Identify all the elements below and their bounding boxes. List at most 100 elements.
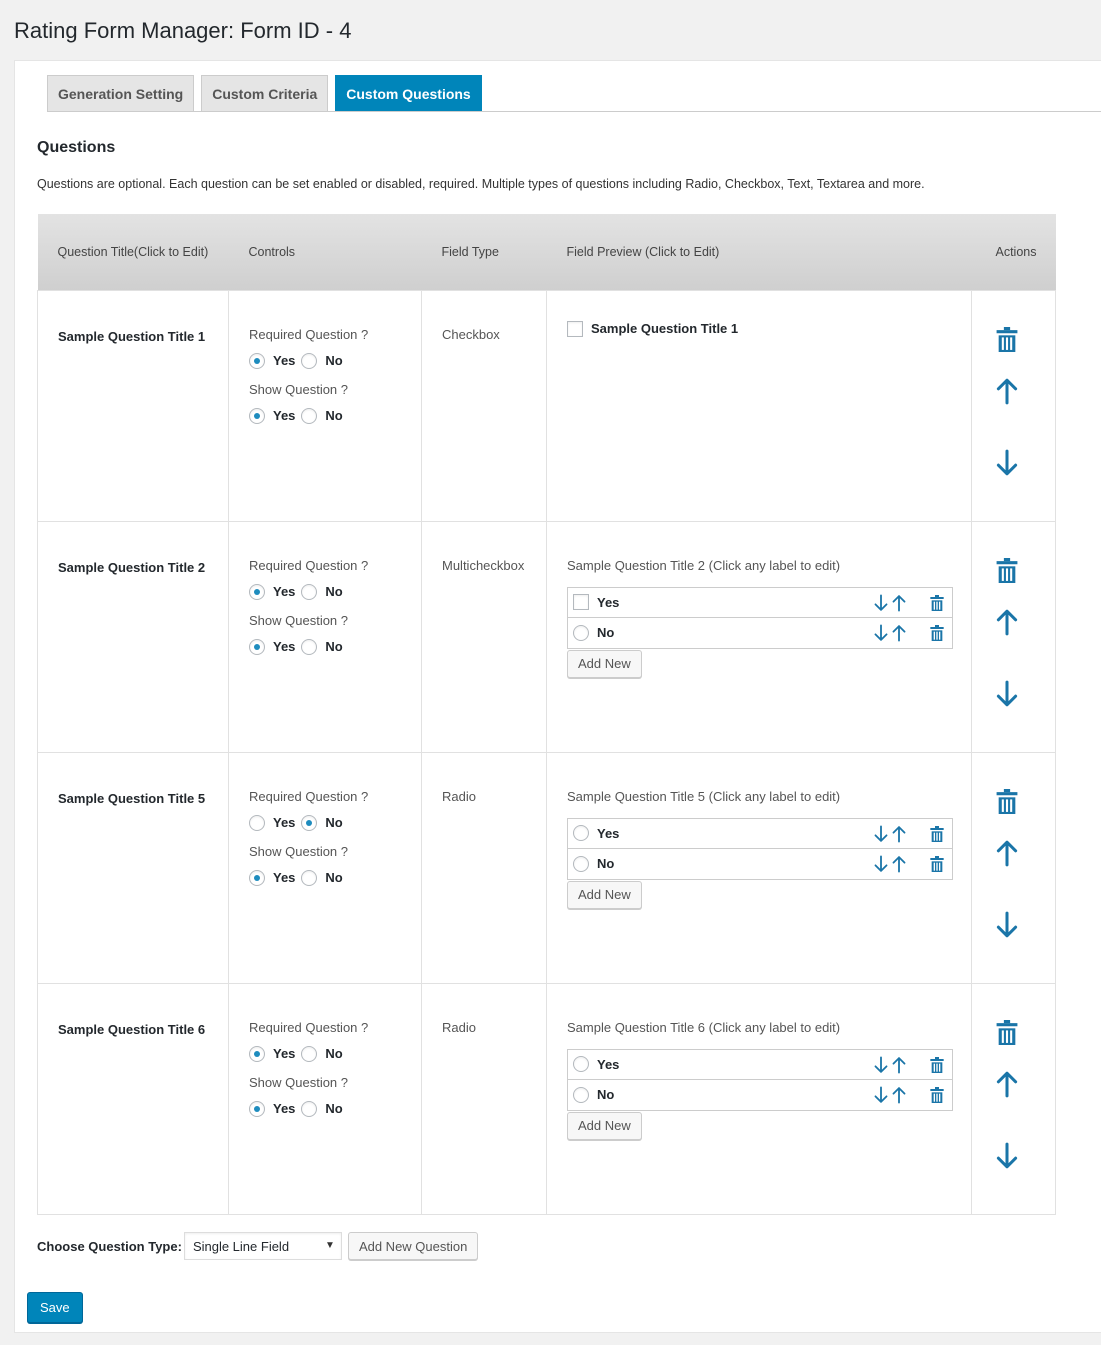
option-controls xyxy=(874,824,944,843)
arrow-up-icon[interactable] xyxy=(892,624,906,642)
radio-group: Yes No xyxy=(249,635,401,659)
tab-bar: Generation Setting Custom Criteria Custo… xyxy=(47,75,482,112)
no-radio[interactable] xyxy=(301,583,318,600)
question-actions xyxy=(971,751,1056,984)
option-radio[interactable] xyxy=(573,1056,589,1072)
arrow-up-icon[interactable] xyxy=(892,825,906,843)
arrow-up-icon[interactable] xyxy=(892,1056,906,1074)
save-button[interactable]: Save xyxy=(27,1292,83,1323)
preview-caption[interactable]: Sample Question Title 5 (Click any label… xyxy=(567,789,951,804)
question-type-select[interactable]: Single Line Field ▼ xyxy=(183,1232,342,1260)
arrow-down-icon[interactable] xyxy=(874,593,888,612)
yes-radio[interactable] xyxy=(249,869,265,886)
arrow-down-icon[interactable] xyxy=(874,824,888,843)
arrow-up-icon[interactable] xyxy=(996,1070,1018,1098)
no-label: No xyxy=(325,1046,343,1061)
yes-label: Yes xyxy=(273,584,296,599)
arrow-down-icon[interactable] xyxy=(874,1085,888,1104)
yes-radio[interactable] xyxy=(249,814,265,831)
yes-radio[interactable] xyxy=(249,583,265,600)
yes-radio[interactable] xyxy=(249,352,265,369)
no-radio[interactable] xyxy=(301,638,318,655)
required-question-label: Required Question ? xyxy=(249,557,369,573)
yes-label: Yes xyxy=(273,870,296,885)
question-title[interactable]: Sample Question Title 5 xyxy=(37,751,229,984)
add-new-question-button[interactable]: Add New Question xyxy=(347,1232,479,1260)
field-type: Checkbox xyxy=(421,289,547,522)
preview-checkbox[interactable] xyxy=(567,320,583,337)
no-radio[interactable] xyxy=(301,814,318,831)
arrow-down-icon[interactable] xyxy=(874,623,888,642)
trash-icon[interactable] xyxy=(996,788,1018,814)
trash-icon[interactable] xyxy=(930,855,944,872)
arrow-up-icon[interactable] xyxy=(892,594,906,612)
option-label[interactable]: Yes xyxy=(597,1057,619,1072)
option-controls xyxy=(874,854,944,873)
option-label[interactable]: No xyxy=(597,1087,614,1102)
arrow-up-icon[interactable] xyxy=(892,855,906,873)
option-row: No xyxy=(568,849,952,879)
no-label: No xyxy=(325,353,343,368)
required-question-label: Required Question ? xyxy=(249,1019,369,1035)
yes-radio[interactable] xyxy=(249,407,265,424)
option-radio[interactable] xyxy=(573,1086,589,1103)
add-new-option-button[interactable]: Add New xyxy=(567,649,642,678)
option-row: No xyxy=(568,618,952,648)
arrow-up-icon[interactable] xyxy=(892,1086,906,1104)
trash-icon[interactable] xyxy=(930,594,944,611)
yes-radio[interactable] xyxy=(249,1100,265,1117)
option-checkbox[interactable] xyxy=(573,594,589,610)
questions-body: Sample Question Title 1 Required Question… xyxy=(37,289,1056,1215)
trash-icon[interactable] xyxy=(930,825,944,842)
preview-caption[interactable]: Sample Question Title 6 (Click any label… xyxy=(567,1020,951,1035)
field-preview: Sample Question Title 6 (Click any label… xyxy=(546,982,972,1215)
yes-radio[interactable] xyxy=(249,1045,265,1062)
tab-generation-setting[interactable]: Generation Setting xyxy=(47,75,195,112)
questions-table: Question Title(Click to Edit) Controls F… xyxy=(37,214,1056,1215)
tab-custom-criteria[interactable]: Custom Criteria xyxy=(201,75,329,112)
add-new-option-button[interactable]: Add New xyxy=(567,880,642,909)
preview-checkbox-label[interactable]: Sample Question Title 1 xyxy=(591,321,738,336)
no-radio[interactable] xyxy=(301,869,318,886)
radio-group: Yes No xyxy=(249,580,401,604)
option-radio[interactable] xyxy=(573,624,589,641)
option-radio[interactable] xyxy=(573,825,589,841)
arrow-down-icon[interactable] xyxy=(996,1142,1018,1170)
yes-radio[interactable] xyxy=(249,638,265,655)
preview-caption[interactable]: Sample Question Title 2 (Click any label… xyxy=(567,558,951,573)
arrow-up-icon[interactable] xyxy=(996,608,1018,636)
radio-group: Yes No xyxy=(249,1097,401,1121)
option-label[interactable]: Yes xyxy=(597,595,619,610)
arrow-down-icon[interactable] xyxy=(996,911,1018,939)
no-radio[interactable] xyxy=(301,1100,318,1117)
option-label[interactable]: No xyxy=(597,625,614,640)
tab-custom-questions[interactable]: Custom Questions xyxy=(335,75,482,112)
no-radio[interactable] xyxy=(301,407,318,424)
yes-label: Yes xyxy=(273,1046,296,1061)
trash-icon[interactable] xyxy=(996,557,1018,583)
arrow-up-icon[interactable] xyxy=(996,377,1018,405)
arrow-up-icon[interactable] xyxy=(996,839,1018,867)
choose-question-type-label: Choose Question Type: xyxy=(37,1238,182,1254)
add-new-option-button[interactable]: Add New xyxy=(567,1111,642,1140)
trash-icon[interactable] xyxy=(930,1086,944,1103)
arrow-down-icon[interactable] xyxy=(874,1055,888,1074)
arrow-down-icon[interactable] xyxy=(996,680,1018,708)
trash-icon[interactable] xyxy=(996,326,1018,352)
question-title[interactable]: Sample Question Title 2 xyxy=(37,520,229,753)
option-radio[interactable] xyxy=(573,855,589,872)
option-label[interactable]: No xyxy=(597,856,614,871)
no-radio[interactable] xyxy=(301,352,318,369)
arrow-down-icon[interactable] xyxy=(996,449,1018,477)
arrow-down-icon[interactable] xyxy=(874,854,888,873)
yes-label: Yes xyxy=(273,1101,296,1116)
no-radio[interactable] xyxy=(301,1045,318,1062)
option-label[interactable]: Yes xyxy=(597,826,619,841)
question-title[interactable]: Sample Question Title 1 xyxy=(37,289,229,522)
question-title[interactable]: Sample Question Title 6 xyxy=(37,982,229,1215)
trash-icon[interactable] xyxy=(996,1019,1018,1045)
trash-icon[interactable] xyxy=(930,624,944,641)
radio-group: Yes No xyxy=(249,404,401,428)
trash-icon[interactable] xyxy=(930,1056,944,1073)
yes-label: Yes xyxy=(273,815,296,830)
